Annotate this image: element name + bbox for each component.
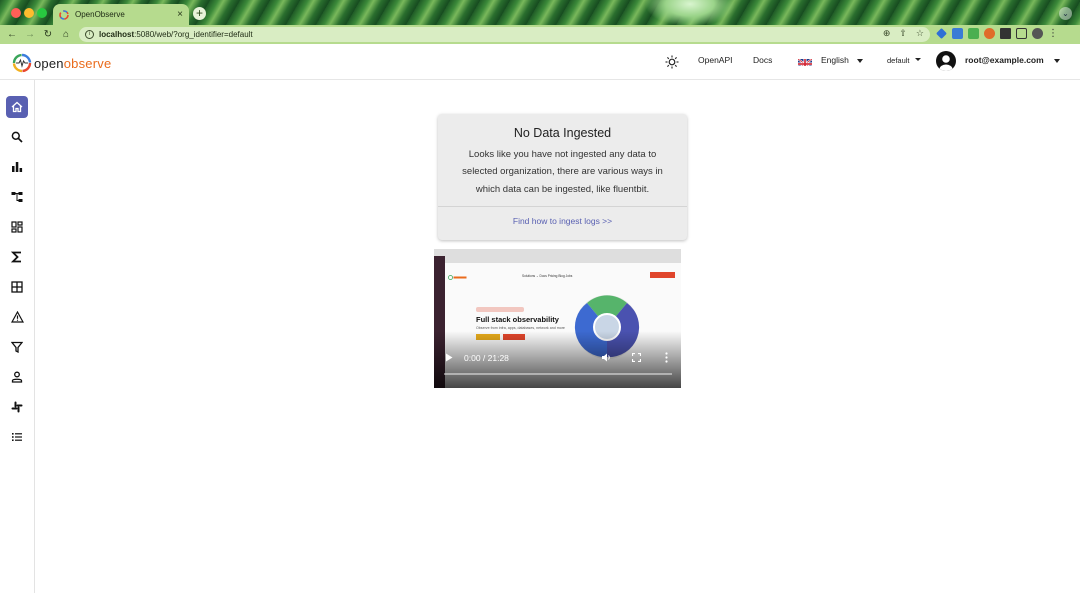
language-selector[interactable]: English [821,55,849,65]
play-icon[interactable] [445,353,453,362]
openobserve-favicon-icon [59,9,69,20]
card-title: No Data Ingested [513,126,612,140]
sidebar-item-logs[interactable] [6,126,28,148]
fullscreen-icon[interactable] [632,353,641,362]
back-arrow-icon[interactable]: ← [3,29,21,40]
sidebar-item-home[interactable] [6,96,28,118]
card-line: selected organization, there are various… [462,166,663,178]
maximize-window-button[interactable] [37,8,47,18]
sigma-icon [11,251,21,263]
sidepanel-icon[interactable] [1016,28,1027,39]
sidebar-item-slack[interactable] [6,396,28,418]
video-progress-bar[interactable] [444,373,672,375]
video-time: 0:00 / 21:28 [464,353,509,363]
extension-3-icon[interactable] [968,28,979,39]
video-frame-pill [476,307,524,312]
org-selector[interactable]: default [887,56,910,65]
video-frame-subtext: Observe from infra, apps, databases, net… [476,326,565,330]
extension-4-icon[interactable] [984,28,995,39]
search-icon [11,131,23,143]
sidebar-item-about[interactable] [6,426,28,448]
share-icon[interactable]: ⇧ [899,28,907,39]
slack-icon [11,401,23,413]
browser-titlebar: OpenObserve × + ⌄ [0,0,1080,25]
minimize-window-button[interactable] [24,8,34,18]
video-frame-nav: Solutions ⌄ Docs Pricing Blog Jobs [522,274,573,278]
tab-close-icon[interactable]: × [177,9,183,20]
zoom-icon[interactable]: ⊕ [883,28,891,39]
video-frame-cta [650,272,675,278]
logo-open-text: open [34,55,64,71]
docs-link[interactable]: Docs [753,55,772,65]
sidebar-item-functions[interactable] [6,246,28,268]
dashboard-icon [11,221,23,233]
extension-icons: ⋮ [936,28,1058,39]
sidebar-item-iam[interactable] [6,366,28,388]
home-icon [11,101,23,113]
site-info-icon[interactable]: i [85,30,94,39]
url-host: localhost [99,30,135,39]
sidebar-item-alerts[interactable] [6,306,28,328]
url-path: :5080/web/?org_identifier=default [134,30,253,39]
account-tree-icon [11,192,23,202]
extensions-icon[interactable] [1000,28,1011,39]
browser-toolbar: ← → ↻ ⌂ i localhost :5080/web/?org_ident… [0,25,1080,44]
forward-arrow-icon[interactable]: → [21,29,39,40]
list-icon [12,433,22,441]
video-frame-browser-bar [434,249,681,263]
theme-toggle-sun-icon[interactable] [665,55,679,69]
warning-icon [10,311,24,323]
person-icon [11,371,23,383]
more-options-icon[interactable] [665,352,668,363]
card-line: which data can be ingested, like fluentb… [475,183,650,195]
logo-mark-icon [12,53,32,73]
card-divider [438,206,687,207]
bookmark-star-icon[interactable]: ☆ [916,28,924,39]
openapi-link[interactable]: OpenAPI [698,55,733,65]
home-icon[interactable]: ⌂ [57,29,75,40]
browser-tab[interactable]: OpenObserve × [53,4,189,25]
user-dropdown-icon[interactable] [1054,59,1060,63]
filter-icon [11,341,23,353]
org-dropdown-icon[interactable] [915,58,921,61]
sidebar-item-metrics[interactable] [6,156,28,178]
ingest-logs-link[interactable]: Find how to ingest logs >> [438,216,687,226]
video-player[interactable]: Solutions ⌄ Docs Pricing Blog Jobs Full … [434,249,681,388]
user-menu[interactable]: root@example.com [965,55,1044,65]
volume-icon[interactable] [601,352,612,363]
close-window-button[interactable] [11,8,21,18]
extension-1-icon[interactable] [936,28,947,39]
sidebar-item-traces[interactable] [6,186,28,208]
no-data-card: No Data Ingested Looks like you have not… [438,114,687,240]
reload-icon[interactable]: ↻ [39,29,57,40]
app-header: openobserve OpenAPI Docs English default [0,44,1080,80]
new-tab-button[interactable]: + [193,7,206,20]
sidebar [0,80,35,593]
language-dropdown-icon[interactable] [857,59,863,63]
sidebar-item-streams[interactable] [6,276,28,298]
video-frame-logo-icon [448,275,467,280]
chrome-menu-icon[interactable]: ⋮ [1048,28,1058,39]
avatar[interactable] [936,51,956,71]
tab-title: OpenObserve [75,10,125,19]
extension-2-icon[interactable] [952,28,963,39]
grid-icon [11,281,23,293]
video-frame-heading: Full stack observability [476,315,559,324]
tab-search-icon[interactable]: ⌄ [1059,7,1072,20]
logo-text: openobserve [34,56,111,71]
sidebar-item-dashboards[interactable] [6,216,28,238]
logo-observe-text: observe [63,55,112,71]
sidebar-item-ingestion[interactable] [6,336,28,358]
card-description: Looks like you have not ingested any dat… [450,146,675,198]
openobserve-logo[interactable]: openobserve [12,53,111,73]
bar-chart-icon [12,162,23,172]
uk-flag-icon [798,56,812,66]
profile-icon[interactable] [1032,28,1043,39]
card-line: Looks like you have not ingested any dat… [468,149,657,160]
address-bar[interactable]: i localhost :5080/web/?org_identifier=de… [79,27,930,42]
